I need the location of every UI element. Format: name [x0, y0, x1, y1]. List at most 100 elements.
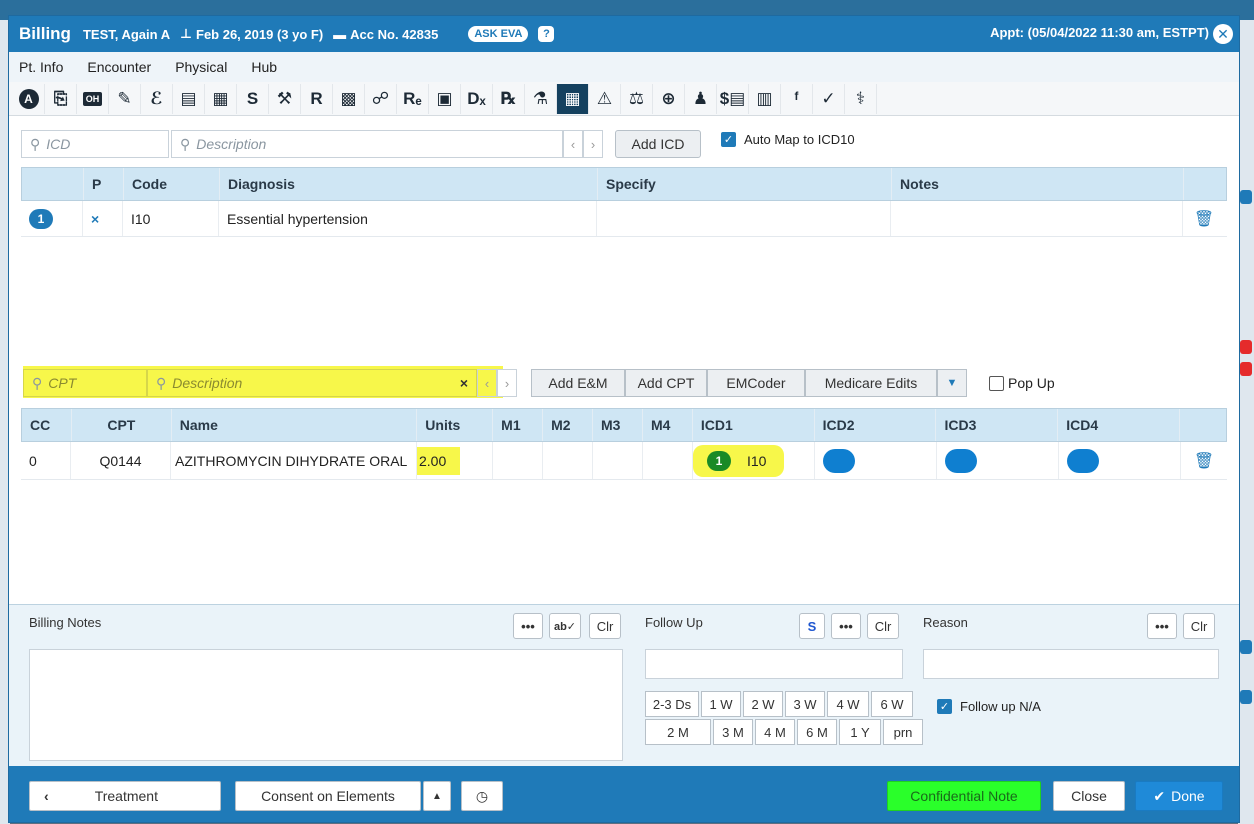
table-row[interactable]: 0 Q0144 AZITHROMYCIN DIHYDRATE ORAL 2.00… — [21, 442, 1227, 480]
follow-up-2-weeks[interactable]: 2 W — [743, 691, 783, 717]
icd-next-button[interactable]: › — [583, 130, 603, 158]
menu-physical[interactable]: Physical — [175, 59, 227, 75]
follow-up-prn[interactable]: prn — [883, 719, 923, 745]
menu-pt-info[interactable]: Pt. Info — [19, 59, 63, 75]
toolbar-lab-results-icon[interactable]: ⚕ — [845, 83, 877, 114]
clear-icon[interactable]: × — [460, 375, 468, 391]
cpt-prev-button[interactable]: ‹ — [477, 369, 497, 397]
menu-encounter[interactable]: Encounter — [87, 59, 151, 75]
table-row[interactable]: 1 × I10 Essential hypertension 🗑 — [21, 201, 1227, 237]
follow-up-4-months[interactable]: 4 M — [755, 719, 795, 745]
follow-up-3-weeks[interactable]: 3 W — [785, 691, 825, 717]
reason-more-button[interactable]: ••• — [1147, 613, 1177, 639]
toolbar-lab-icon[interactable]: ⚗ — [525, 83, 557, 114]
toolbar-stethoscope-icon[interactable]: ℰ — [141, 83, 173, 114]
follow-up-clear-button[interactable]: Clr — [867, 613, 899, 639]
done-button[interactable]: ✔ Done — [1135, 781, 1223, 811]
add-icd-button[interactable]: Add ICD — [615, 130, 701, 158]
icd1-pointer[interactable]: 1 I10 — [693, 444, 785, 477]
menu-hub[interactable]: Hub — [251, 59, 277, 75]
chevron-up-icon[interactable]: ▲ — [423, 781, 451, 811]
auto-map-toggle[interactable]: ✓ Auto Map to ICD10 — [721, 131, 855, 147]
cpt-next-button[interactable]: › — [497, 369, 517, 397]
reason-input[interactable] — [923, 649, 1219, 679]
toolbar-document-icon[interactable]: ▥ — [749, 83, 781, 114]
icd-primary-toggle[interactable]: × — [83, 201, 123, 236]
medicare-edits-button[interactable]: Medicare Edits — [805, 369, 937, 397]
toolbar-copy-icon[interactable]: ⎘ — [45, 83, 77, 114]
follow-up-6-months[interactable]: 6 M — [797, 719, 837, 745]
add-em-button[interactable]: Add E&M — [531, 369, 625, 397]
billing-notes-clear-button[interactable]: Clr — [589, 613, 621, 639]
toolbar-a-icon[interactable]: A — [13, 83, 45, 114]
follow-up-s-button[interactable]: S — [799, 613, 825, 639]
add-cpt-button[interactable]: Add CPT — [625, 369, 707, 397]
follow-up-2-3-days[interactable]: 2-3 Ds — [645, 691, 699, 717]
toolbar-person-icon[interactable]: ♟ — [685, 83, 717, 114]
toolbar-check-icon[interactable]: ✓ — [813, 83, 845, 114]
follow-up-input[interactable] — [645, 649, 903, 679]
icd-specify-cell[interactable] — [597, 201, 891, 236]
toolbar-glasses-icon[interactable]: ☍ — [365, 83, 397, 114]
icd4-pointer[interactable] — [1067, 448, 1099, 473]
close-icon[interactable]: ✕ — [1213, 24, 1233, 44]
toolbar-re-icon[interactable]: Rₑ — [397, 83, 429, 114]
icd-code-input[interactable]: ⚲ ICD — [21, 130, 169, 158]
toolbar-s-icon[interactable]: S — [237, 83, 269, 114]
confidential-note-button[interactable]: Confidential Note — [887, 781, 1041, 811]
toolbar-billing-icon[interactable]: ▦ — [557, 83, 589, 114]
follow-up-4-weeks[interactable]: 4 W — [827, 691, 869, 717]
icd-description-input[interactable]: ⚲ Description — [171, 130, 563, 158]
icd-prev-button[interactable]: ‹ — [563, 130, 583, 158]
follow-up-6-weeks[interactable]: 6 W — [871, 691, 913, 717]
cpt-m2-cell[interactable] — [543, 442, 593, 479]
cpt-code-input[interactable]: ⚲ CPT — [23, 369, 147, 397]
toolbar-note-icon[interactable]: ▤ — [173, 83, 205, 114]
cpt-m1-cell[interactable] — [493, 442, 543, 479]
follow-up-3-months[interactable]: 3 M — [713, 719, 753, 745]
toolbar-rx-icon[interactable]: ℞ — [493, 83, 525, 114]
ask-eva-button[interactable]: ASK EVA — [468, 26, 529, 42]
reason-clear-button[interactable]: Clr — [1183, 613, 1215, 639]
follow-up-more-button[interactable]: ••• — [831, 613, 861, 639]
toolbar-alert-icon[interactable]: ⚠ — [589, 83, 621, 114]
consent-on-elements-button[interactable]: Consent on Elements — [235, 781, 421, 811]
auto-map-checkbox[interactable]: ✓ — [721, 131, 736, 147]
icd3-pointer[interactable] — [945, 448, 977, 473]
trash-icon[interactable]: 🗑 — [1194, 209, 1214, 229]
icd2-pointer[interactable] — [823, 448, 855, 473]
spell-check-button[interactable]: ab✓ — [549, 613, 581, 639]
chevron-down-icon[interactable]: ▼ — [937, 369, 967, 397]
popup-toggle[interactable]: Pop Up — [989, 375, 1055, 391]
emcoder-button[interactable]: EMCoder — [707, 369, 805, 397]
toolbar-invoice-icon[interactable]: $▤ — [717, 83, 749, 114]
toolbar-clipboard-icon[interactable]: ▣ — [429, 83, 461, 114]
icd-number-badge[interactable]: 1 — [29, 208, 53, 229]
follow-up-1-week[interactable]: 1 W — [701, 691, 741, 717]
toolbar-erx-icon[interactable]: ▩ — [333, 83, 365, 114]
toolbar-procedure-icon[interactable]: ⚒ — [269, 83, 301, 114]
toolbar-family-icon[interactable]: ▦ — [205, 83, 237, 114]
cpt-m4-cell[interactable] — [643, 442, 693, 479]
treatment-button[interactable]: ‹ Treatment — [29, 781, 221, 811]
toolbar-r-icon[interactable]: R — [301, 83, 333, 114]
follow-up-na-checkbox[interactable]: ✓ — [937, 699, 952, 714]
trash-icon[interactable]: 🗑 — [1194, 451, 1214, 471]
follow-up-2-months[interactable]: 2 M — [645, 719, 711, 745]
billing-notes-textarea[interactable] — [29, 649, 623, 761]
toolbar-oh-icon[interactable]: OH — [77, 83, 109, 114]
toolbar-form-icon[interactable]: ᶠ — [781, 83, 813, 114]
follow-up-1-year[interactable]: 1 Y — [839, 719, 881, 745]
toolbar-dx-icon[interactable]: Dₓ — [461, 83, 493, 114]
cpt-units-cell[interactable]: 2.00 — [417, 446, 461, 475]
popup-checkbox[interactable] — [989, 375, 1004, 391]
toolbar-scale-icon[interactable]: ⚖ — [621, 83, 653, 114]
cpt-m3-cell[interactable] — [593, 442, 643, 479]
close-button[interactable]: Close — [1053, 781, 1125, 811]
history-clock-icon[interactable]: ◷ — [461, 781, 503, 811]
follow-up-na-toggle[interactable]: ✓ Follow up N/A — [937, 699, 1041, 714]
toolbar-plus-icon[interactable]: ⊕ — [653, 83, 685, 114]
toolbar-pill-icon[interactable]: ✎ — [109, 83, 141, 114]
icd-notes-cell[interactable] — [891, 201, 1183, 236]
help-button[interactable]: ? — [538, 26, 555, 42]
